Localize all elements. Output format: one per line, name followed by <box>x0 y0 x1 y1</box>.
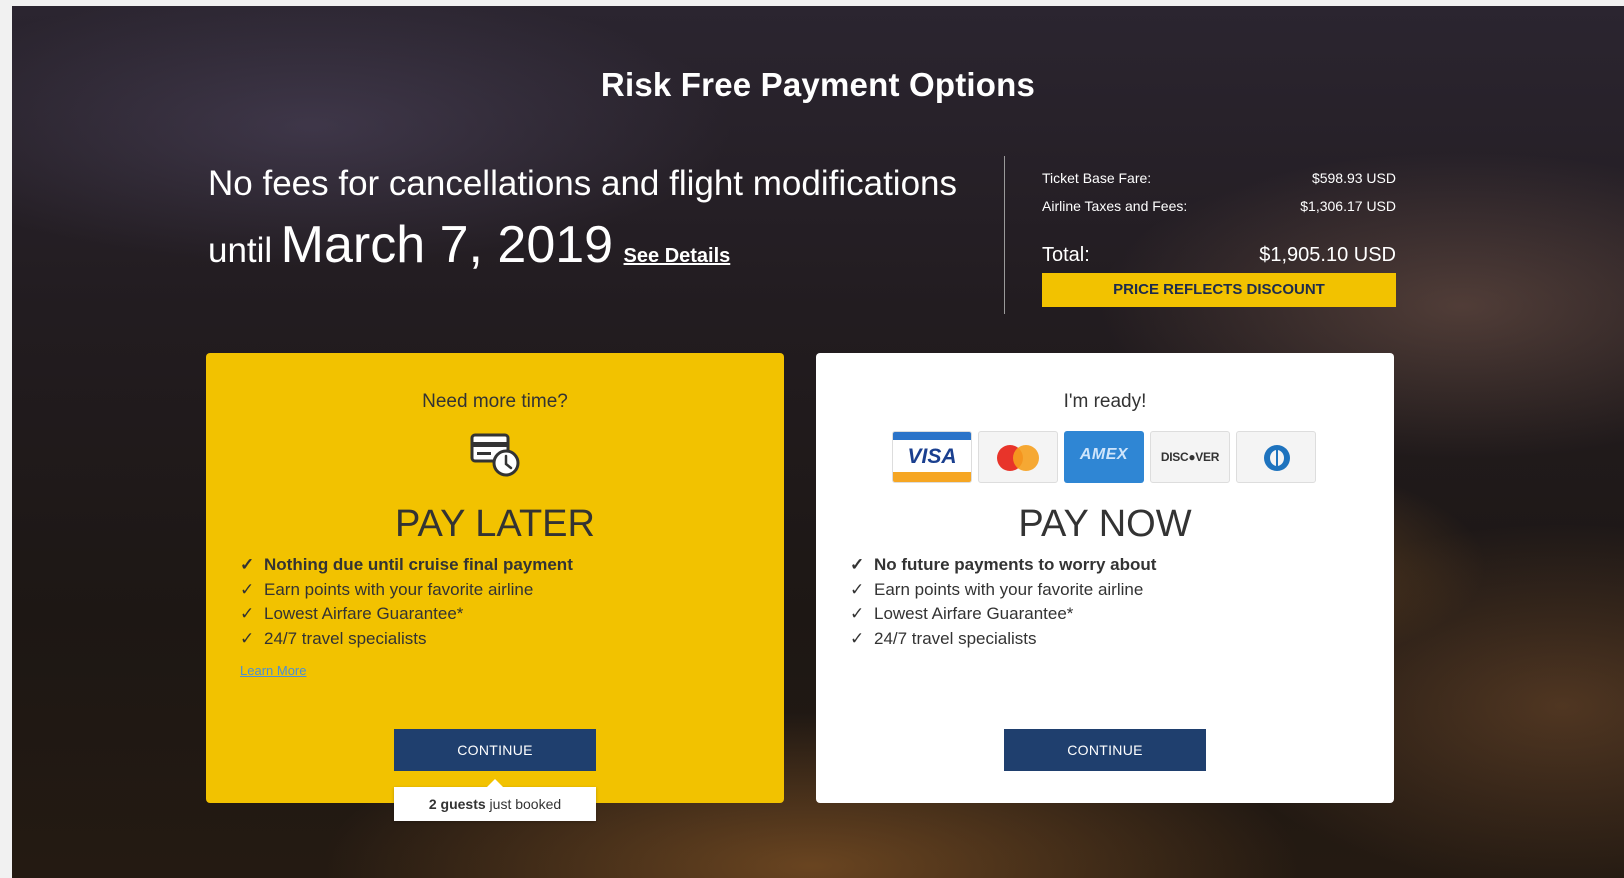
feature-text: Earn points with your favorite airline <box>874 579 1144 599</box>
feature-text: Earn points with your favorite airline <box>264 579 534 599</box>
total-row: Total: $1,905.10 USD <box>1042 244 1396 267</box>
feature-text: 24/7 travel specialists <box>874 628 1037 648</box>
list-item: ✓ 24/7 travel specialists <box>240 627 573 652</box>
feature-text: 24/7 travel specialists <box>264 628 427 648</box>
visa-text: VISA <box>907 445 957 468</box>
check-icon: ✓ <box>240 604 255 623</box>
check-icon: ✓ <box>850 579 865 599</box>
vertical-divider <box>1004 156 1005 314</box>
price-summary: Ticket Base Fare: $598.93 USD Airline Ta… <box>1042 164 1396 307</box>
learn-more-link[interactable]: Learn More <box>240 663 306 678</box>
recent-bookings-tooltip: 2 guests just booked <box>394 779 596 821</box>
visa-logo-icon: VISA <box>892 431 972 483</box>
pay-later-continue-button[interactable]: CONTINUE <box>394 729 596 771</box>
base-fare-label: Ticket Base Fare: <box>1042 170 1152 186</box>
see-details-link[interactable]: See Details <box>624 245 731 267</box>
total-label: Total: <box>1042 244 1090 266</box>
taxes-label: Airline Taxes and Fees: <box>1042 198 1188 214</box>
cancellation-headline: No fees for cancellations and flight mod… <box>208 161 998 275</box>
card-logos: VISA AMEX DISC●VER <box>892 431 1316 483</box>
booked-suffix: just booked <box>485 796 562 812</box>
check-icon: ✓ <box>850 628 865 648</box>
list-item: ✓ Earn points with your favorite airline <box>850 578 1156 603</box>
mastercard-logo-icon <box>978 431 1058 483</box>
check-icon: ✓ <box>240 579 255 599</box>
deadline-date: March 7, 2019 <box>280 216 614 274</box>
pay-later-features: ✓ Nothing due until cruise final payment … <box>240 553 573 651</box>
pay-later-title: PAY LATER <box>395 503 595 545</box>
taxes-row: Airline Taxes and Fees: $1,306.17 USD <box>1042 192 1396 220</box>
list-item: ✓ No future payments to worry about <box>850 553 1156 578</box>
diners-club-logo-icon <box>1236 431 1316 483</box>
until-text: until <box>208 231 273 270</box>
base-fare-value: $598.93 USD <box>1311 170 1396 186</box>
card-clock-icon <box>470 433 520 477</box>
pay-later-prompt: Need more time? <box>422 391 568 412</box>
hero-background: Risk Free Payment Options No fees for ca… <box>12 6 1624 878</box>
headline-date-line: until March 7, 2019 See Details <box>208 215 998 275</box>
check-icon: ✓ <box>850 604 865 623</box>
pay-now-prompt: I'm ready! <box>1063 391 1147 412</box>
discover-logo-icon: DISC●VER <box>1150 431 1230 483</box>
amex-text: AMEX <box>1079 446 1129 463</box>
pay-now-card[interactable]: I'm ready! VISA AMEX DISC●VER PAY NOW ✓ N… <box>816 353 1394 803</box>
discover-text: DISC●VER <box>1160 450 1220 464</box>
discount-banner: PRICE REFLECTS DISCOUNT <box>1042 273 1396 307</box>
booked-count: 2 guests <box>428 796 486 812</box>
list-item: ✓ Lowest Airfare Guarantee* <box>850 602 1156 627</box>
check-icon: ✓ <box>240 555 255 574</box>
feature-text: Lowest Airfare Guarantee* <box>874 604 1074 623</box>
headline-line: No fees for cancellations and flight mod… <box>208 164 958 203</box>
base-fare-row: Ticket Base Fare: $598.93 USD <box>1042 164 1396 192</box>
taxes-value: $1,306.17 USD <box>1300 198 1396 214</box>
list-item: ✓ 24/7 travel specialists <box>850 627 1156 652</box>
pay-now-continue-button[interactable]: CONTINUE <box>1004 729 1206 771</box>
pay-later-card[interactable]: Need more time? PAY LATER ✓ Nothing due u… <box>206 353 784 821</box>
feature-text: Nothing due until cruise final payment <box>264 555 573 574</box>
page-title: Risk Free Payment Options <box>600 66 1036 103</box>
amex-logo-icon: AMEX <box>1064 431 1144 483</box>
pay-now-features: ✓ No future payments to worry about ✓ Earn… <box>850 553 1156 651</box>
check-icon: ✓ <box>240 628 255 648</box>
pay-now-title: PAY NOW <box>1018 503 1192 545</box>
total-value: $1,905.10 USD <box>1259 244 1396 266</box>
list-item: ✓ Earn points with your favorite airline <box>240 578 573 603</box>
list-item: ✓ Nothing due until cruise final payment <box>240 553 573 578</box>
feature-text: No future payments to worry about <box>874 555 1157 574</box>
list-item: ✓ Lowest Airfare Guarantee* <box>240 602 573 627</box>
check-icon: ✓ <box>850 555 865 574</box>
feature-text: Lowest Airfare Guarantee* <box>264 604 464 623</box>
